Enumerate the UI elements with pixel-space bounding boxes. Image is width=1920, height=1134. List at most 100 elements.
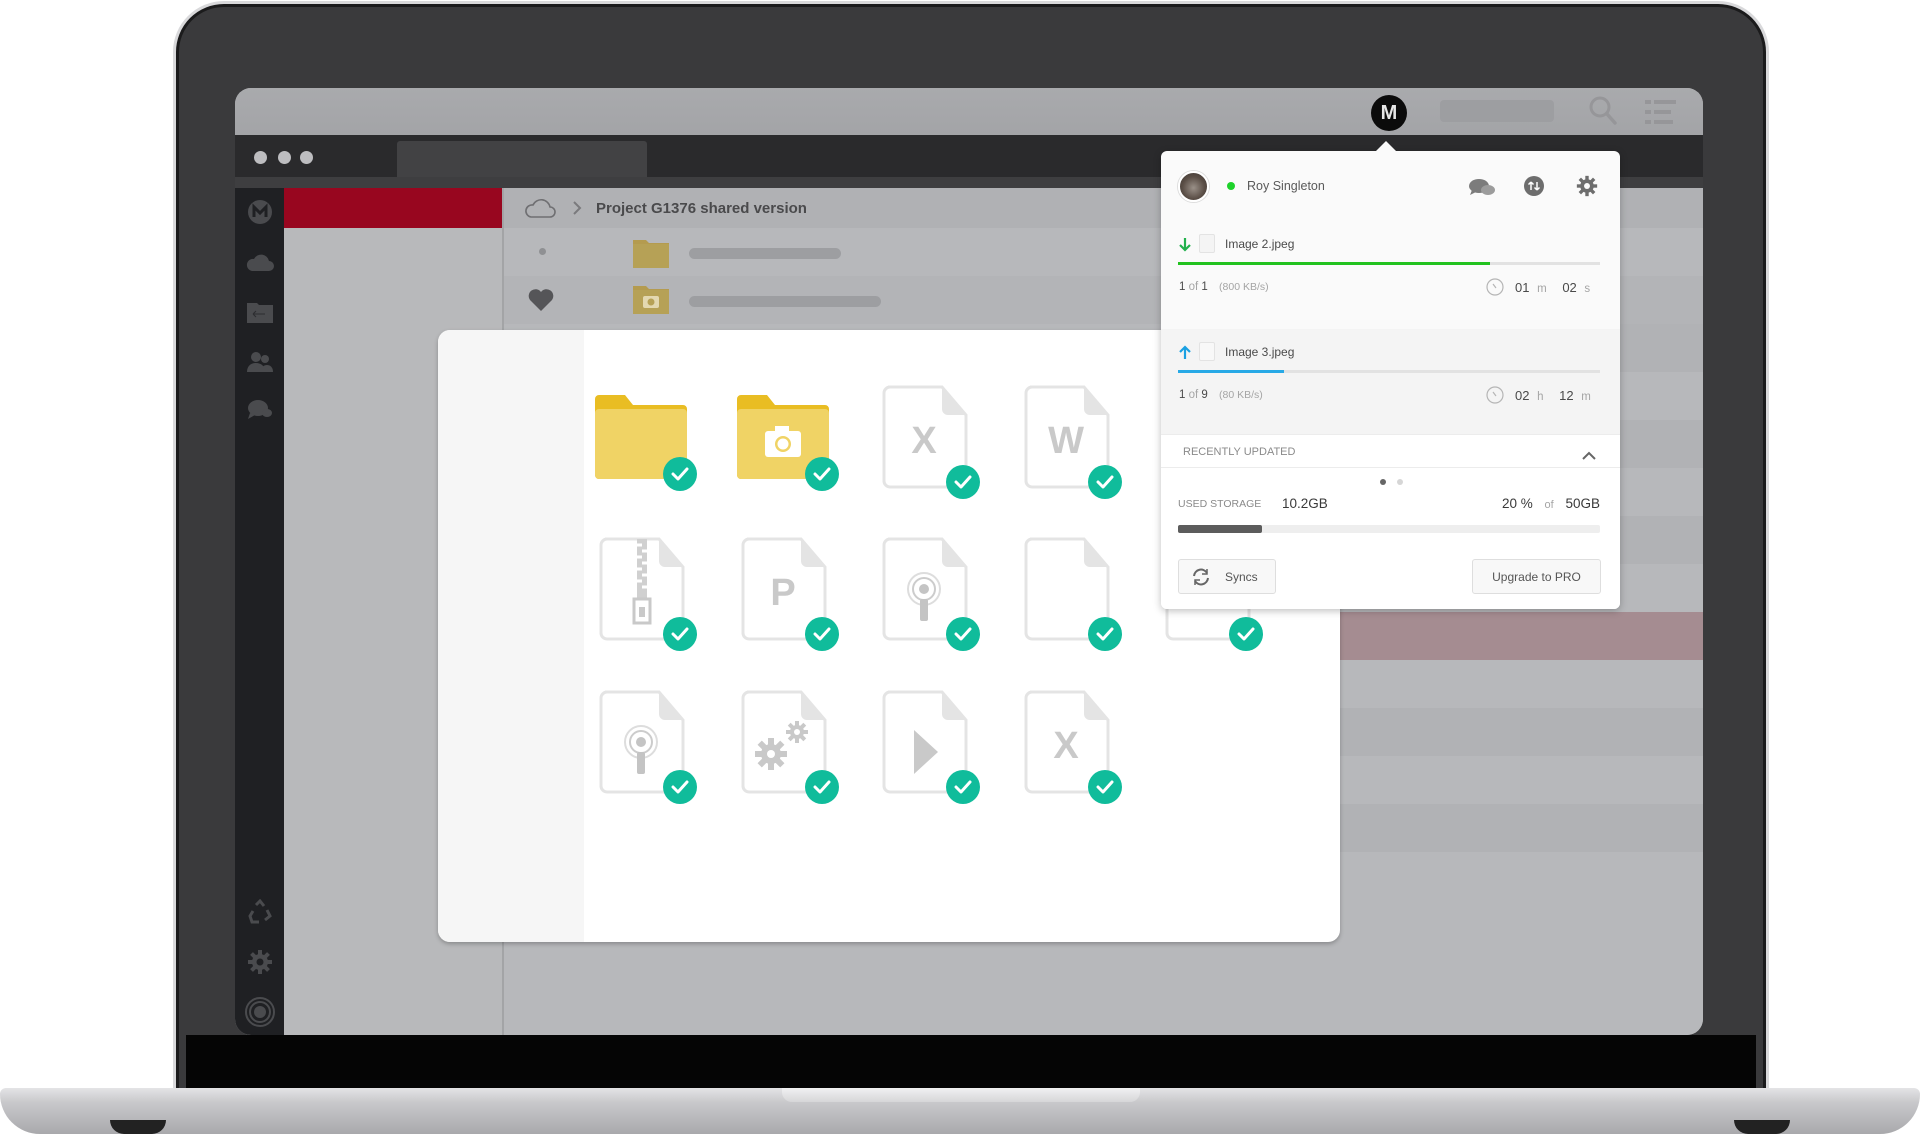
time-remaining: 01 m 02 s xyxy=(1515,280,1590,295)
grid-item-camera-folder[interactable] xyxy=(737,385,841,495)
transfer-progress-fill xyxy=(1178,262,1491,265)
sidebar-item-account[interactable] xyxy=(244,996,275,1027)
grid-item-zip[interactable] xyxy=(599,537,699,651)
mega-logo-icon: M xyxy=(1380,101,1398,124)
sidebar-item-chat[interactable] xyxy=(244,394,275,425)
synced-check-icon xyxy=(663,770,697,804)
grid-item-file-x[interactable]: X xyxy=(882,385,982,499)
popup-arrow xyxy=(1376,141,1396,151)
grid-item-executable[interactable] xyxy=(741,690,841,804)
transfer-file-name: Image 2.jpeg xyxy=(1225,237,1295,251)
synced-check-icon xyxy=(1088,617,1122,651)
clock-icon xyxy=(1486,386,1504,409)
sidebar-item-contacts[interactable] xyxy=(244,346,275,377)
image-file-icon xyxy=(1199,234,1215,253)
grid-item-file-p[interactable]: P xyxy=(741,537,841,651)
time-remaining: 02 h 12 m xyxy=(1515,388,1591,403)
chat-icon xyxy=(247,399,272,419)
menu-bar: M xyxy=(235,88,1703,135)
contacts-icon xyxy=(246,351,273,372)
synced-check-icon xyxy=(663,617,697,651)
time-value: 01 xyxy=(1515,280,1530,295)
count-of: of xyxy=(1188,281,1199,293)
storage-bar-track xyxy=(1178,525,1600,533)
account-icon xyxy=(244,996,275,1027)
time-value: 02 xyxy=(1515,388,1530,403)
mega-tray-button[interactable]: M xyxy=(1371,95,1407,131)
sidebar-item-cloud-drive[interactable] xyxy=(244,246,275,277)
transfers-icon[interactable] xyxy=(1523,175,1545,202)
recently-updated-label: RECENTLY UPDATED xyxy=(1183,446,1296,458)
syncs-button[interactable]: Syncs xyxy=(1178,559,1276,594)
upgrade-label: Upgrade to PRO xyxy=(1492,569,1581,584)
mega-logo-icon xyxy=(247,199,272,224)
upgrade-pro-button[interactable]: Upgrade to PRO xyxy=(1472,559,1601,594)
transfer-count: 1 of 1 (800 KB/s) xyxy=(1179,281,1269,293)
synced-check-icon xyxy=(805,457,839,491)
grid-item-file-x[interactable]: X xyxy=(1024,690,1124,804)
folder-icon xyxy=(633,238,669,273)
list-view-icon[interactable] xyxy=(1645,99,1677,130)
svg-text:P: P xyxy=(770,572,795,614)
search-icon[interactable] xyxy=(1589,96,1617,131)
image-file-icon xyxy=(1199,342,1215,361)
file-row[interactable] xyxy=(1326,804,1703,852)
laptop-bezel xyxy=(186,1035,1756,1093)
recycle-icon xyxy=(247,898,272,923)
grid-item-folder[interactable] xyxy=(595,385,699,495)
grid-item-audio[interactable] xyxy=(599,690,699,804)
window-tab[interactable] xyxy=(397,141,647,177)
window-minimize-button[interactable] xyxy=(278,151,291,164)
transfer-item[interactable]: Image 3.jpeg 1 of 9 (80 KB/s) 02 h 12 m xyxy=(1161,329,1620,434)
window-close-button[interactable] xyxy=(254,151,267,164)
transfer-progress-track xyxy=(1178,370,1600,373)
pager-dot-active[interactable] xyxy=(1380,479,1386,485)
sidebar-item-mega-home[interactable] xyxy=(244,196,275,227)
settings-gear-icon[interactable] xyxy=(1576,175,1598,202)
screen: M Project G1376 shared version X W P X R… xyxy=(235,88,1703,1035)
sidebar-item-rubbish-bin[interactable] xyxy=(244,896,275,927)
avatar[interactable] xyxy=(1178,171,1209,202)
time-unit: m xyxy=(1537,283,1547,295)
count-current: 1 xyxy=(1179,389,1186,401)
file-name-placeholder xyxy=(689,296,881,307)
grid-item-video[interactable] xyxy=(882,690,982,804)
laptop-foot xyxy=(1734,1120,1790,1134)
upload-arrow-icon xyxy=(1179,345,1191,365)
sidebar-item-settings[interactable] xyxy=(244,946,275,977)
chat-icon[interactable] xyxy=(1468,178,1496,203)
online-status-dot xyxy=(1227,182,1235,190)
grid-item-file-w[interactable]: W xyxy=(1024,385,1124,499)
account-banner[interactable] xyxy=(284,188,502,228)
svg-text:X: X xyxy=(1053,725,1079,767)
storage-quota: 20 % of 50GB xyxy=(1502,496,1600,511)
cloud-icon[interactable] xyxy=(524,197,556,219)
grid-item-file[interactable] xyxy=(1024,537,1124,651)
file-name-placeholder xyxy=(689,248,841,259)
used-storage-label: USED STORAGE xyxy=(1178,498,1262,510)
camera-folder-icon xyxy=(633,284,669,319)
synced-check-icon xyxy=(1088,770,1122,804)
count-of: of xyxy=(1188,389,1199,401)
heart-icon[interactable] xyxy=(528,288,554,317)
transfer-file-name: Image 3.jpeg xyxy=(1225,345,1295,359)
count-total: 9 xyxy=(1201,389,1208,401)
laptop-foot xyxy=(110,1120,166,1134)
menu-bar-placeholder xyxy=(1440,100,1554,122)
breadcrumb-current[interactable]: Project G1376 shared version xyxy=(596,200,807,217)
transfer-item[interactable]: Image 2.jpeg 1 of 1 (800 KB/s) 01 m 02 s xyxy=(1161,221,1620,326)
synced-check-icon xyxy=(946,617,980,651)
window-maximize-button[interactable] xyxy=(300,151,313,164)
synced-check-icon xyxy=(663,457,697,491)
transfer-progress-track xyxy=(1178,262,1600,265)
pager-dot[interactable] xyxy=(1397,479,1403,485)
storage-section: USED STORAGE 10.2GB 20 % of 50GB Syncs U… xyxy=(1161,468,1620,609)
grid-item-audio[interactable] xyxy=(882,537,982,651)
download-arrow-icon xyxy=(1179,237,1191,257)
sidebar-item-transfers[interactable] xyxy=(244,296,275,327)
recently-updated-header[interactable]: RECENTLY UPDATED xyxy=(1161,434,1620,468)
chevron-up-icon[interactable] xyxy=(1582,447,1596,465)
file-row[interactable] xyxy=(1326,708,1703,756)
file-row-selected[interactable] xyxy=(1326,612,1703,660)
storage-bar-fill xyxy=(1178,525,1263,533)
